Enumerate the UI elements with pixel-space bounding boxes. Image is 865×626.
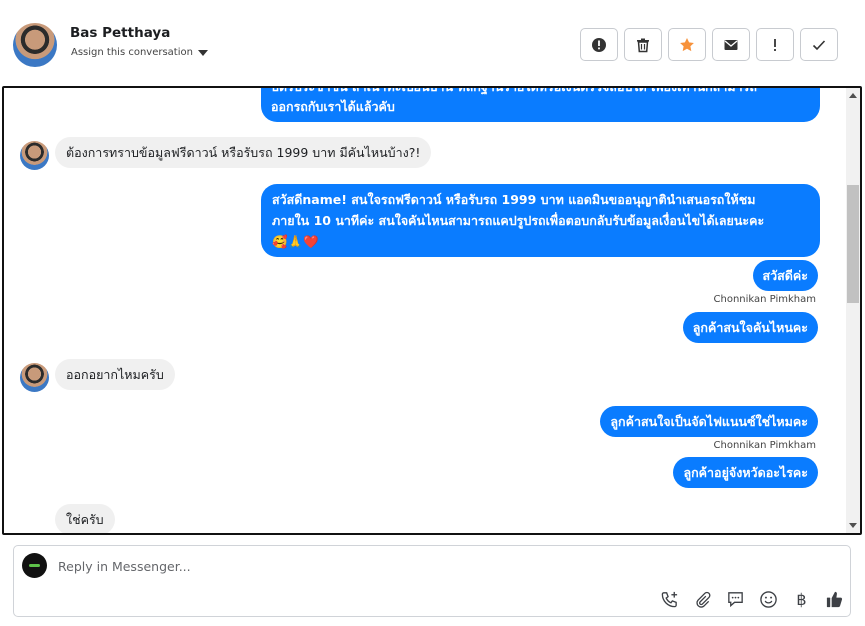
sender-name: Chonnikan Pimkham — [713, 440, 816, 451]
caret-down-icon — [197, 49, 208, 56]
message-emoji: 🥰🙏❤️ — [272, 234, 319, 249]
header-actions — [580, 28, 838, 61]
message-thread[interactable]: บัตรประชาชน สำเนาทะเบียนบ้าน หลักฐานรายไ… — [2, 86, 862, 535]
star-button[interactable] — [668, 28, 706, 61]
done-button[interactable] — [800, 28, 838, 61]
message-line: สวัสดีname! สนใจรถฟรีดาวน์ หรือรับรถ 199… — [272, 192, 756, 207]
phone-plus-icon[interactable] — [659, 589, 680, 610]
composer-tools: ฿ — [659, 589, 845, 610]
spam-button[interactable] — [580, 28, 618, 61]
contact-avatar-small — [20, 141, 49, 170]
incoming-message: ออกอยากไหมครับ — [55, 359, 175, 390]
page-avatar — [22, 553, 47, 578]
outgoing-message: บัตรประชาชน สำเนาทะเบียนบ้าน หลักฐานรายไ… — [261, 88, 820, 122]
alert-circle-icon — [592, 37, 606, 52]
outgoing-message: สวัสดีค่ะ — [752, 260, 818, 291]
paperclip-icon[interactable] — [692, 589, 713, 610]
incoming-message: ต้องการทราบข้อมูลฟรีดาวน์ หรือรับรถ 1999… — [55, 137, 432, 168]
contact-name[interactable]: Bas Petthaya — [70, 25, 170, 41]
saved-reply-icon[interactable] — [725, 589, 746, 610]
conversation-header: Bas Petthaya Assign this conversation — [0, 0, 865, 86]
trash-icon — [637, 38, 649, 52]
exclamation-icon — [774, 38, 776, 51]
scroll-thumb[interactable] — [847, 185, 859, 303]
outgoing-message: สวัสดีname! สนใจรถฟรีดาวน์ หรือรับรถ 199… — [261, 184, 820, 257]
mark-unread-button[interactable] — [712, 28, 750, 61]
envelope-icon — [724, 39, 738, 50]
sender-name: Chonnikan Pimkham — [713, 294, 816, 305]
contact-avatar[interactable] — [13, 23, 57, 67]
delete-button[interactable] — [624, 28, 662, 61]
emoji-icon[interactable] — [758, 589, 779, 610]
check-icon — [812, 39, 826, 50]
thread-scrollbar[interactable] — [846, 88, 860, 533]
reply-composer: Reply in Messenger... ฿ — [13, 545, 851, 617]
outgoing-message: ลูกค้าสนใจเป็นจัดไฟแนนซ์ใช่ไหมคะ — [600, 406, 818, 437]
reply-input[interactable]: Reply in Messenger... — [58, 559, 191, 574]
scroll-up-arrow-icon[interactable] — [849, 93, 857, 98]
thumbs-up-icon[interactable] — [824, 589, 845, 610]
assign-label: Assign this conversation — [71, 47, 193, 58]
incoming-message: ใช่ครับ — [55, 504, 115, 533]
assign-conversation-dropdown[interactable]: Assign this conversation — [71, 47, 208, 58]
star-icon — [680, 37, 694, 51]
follow-up-button[interactable] — [756, 28, 794, 61]
message-line: ภายใน 10 นาทีค่ะ สนใจคันไหนสามารถแคปรูปร… — [272, 213, 765, 228]
scroll-down-arrow-icon[interactable] — [849, 523, 857, 528]
outgoing-message: ลูกค้าอยู่จังหวัดอะไรคะ — [673, 457, 818, 488]
baht-icon[interactable]: ฿ — [791, 589, 812, 610]
contact-avatar-small — [20, 363, 49, 392]
outgoing-message: ลูกค้าสนใจคันไหนคะ — [682, 312, 818, 343]
